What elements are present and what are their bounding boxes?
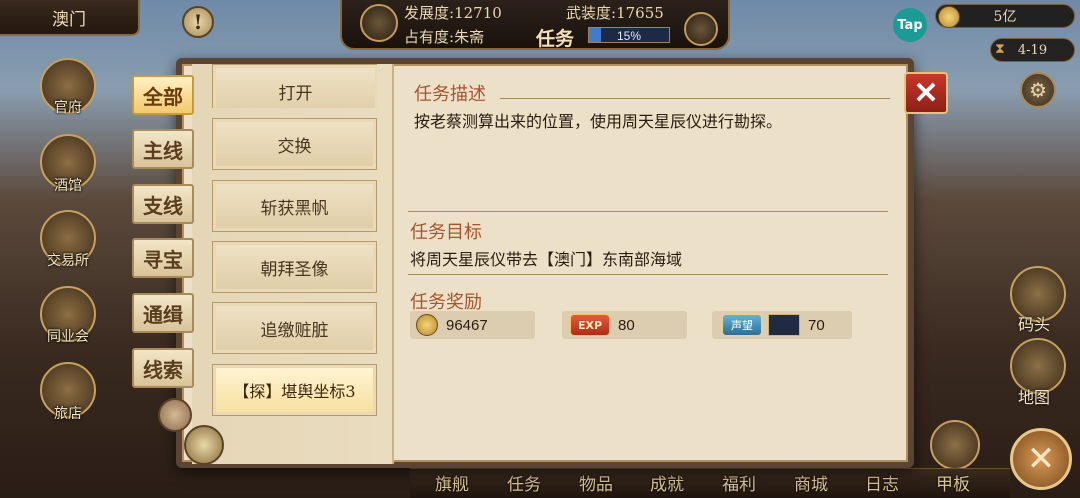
- occupancy-label: 占有度:: [404, 28, 455, 46]
- tab-wanted[interactable]: 通缉: [132, 293, 194, 333]
- armament-stat: 武装度:17655: [566, 2, 664, 23]
- city-stats-panel: [340, 0, 730, 50]
- nav-achievements[interactable]: 成就: [650, 470, 684, 495]
- development-label: 发展度:: [404, 4, 455, 22]
- development-value: 12710: [454, 4, 502, 22]
- reward-exp-value: 80: [618, 316, 635, 334]
- coin-icon: [416, 314, 438, 336]
- alert-icon[interactable]: !: [182, 6, 214, 38]
- quest-item-clip: 打开: [212, 64, 377, 108]
- nav-welfare[interactable]: 福利: [722, 470, 756, 495]
- tap-button[interactable]: Tap: [893, 8, 927, 42]
- gear-icon[interactable]: ⚙: [1020, 72, 1056, 108]
- goal-rule: [408, 211, 888, 212]
- tab-treasure[interactable]: 寻宝: [132, 238, 194, 278]
- scroll-knob[interactable]: [158, 398, 192, 432]
- tab-side[interactable]: 支线: [132, 184, 194, 224]
- tavern-label[interactable]: 酒馆: [18, 175, 118, 195]
- nav-deck[interactable]: 甲板: [936, 470, 970, 495]
- nav-task[interactable]: 任务: [507, 470, 541, 495]
- quest-item[interactable]: 朝拜圣像: [212, 241, 377, 293]
- quest-item[interactable]: 追缴赃脏: [212, 302, 377, 354]
- date-display: ⧗ 4-19: [990, 38, 1075, 62]
- chevron-down-icon[interactable]: [684, 12, 718, 46]
- description-title: 任务描述: [414, 84, 486, 105]
- reward-fame: 声望 70: [712, 311, 852, 339]
- reward-money: 96467: [410, 311, 535, 339]
- tab-all[interactable]: 全部: [132, 75, 194, 115]
- close-icon[interactable]: ✕: [904, 72, 948, 114]
- money-value: 5亿: [993, 9, 1017, 25]
- emblem-icon: [360, 4, 398, 42]
- money-display: 5亿: [935, 4, 1075, 28]
- task-title: 任务: [536, 28, 575, 50]
- dock-label[interactable]: 码头: [1018, 311, 1050, 335]
- fame-icon: 声望: [722, 314, 762, 336]
- reward-money-value: 96467: [446, 316, 488, 334]
- inn-label[interactable]: 旅店: [18, 403, 118, 423]
- map-label[interactable]: 地图: [1018, 384, 1050, 408]
- reward-exp: EXP 80: [562, 311, 687, 339]
- crossed-swords-icon[interactable]: ✕: [1010, 428, 1072, 490]
- development-stat: 发展度:12710: [404, 2, 502, 23]
- date-value: 4-19: [1017, 42, 1048, 58]
- exp-icon: EXP: [570, 314, 610, 336]
- nav-shop[interactable]: 商城: [794, 470, 828, 495]
- tab-clues[interactable]: 线索: [132, 348, 194, 388]
- occupancy-progress: 15%: [588, 27, 670, 43]
- government-label[interactable]: 官府: [18, 97, 118, 117]
- bottom-nav: [410, 468, 1010, 498]
- description-rule: [500, 98, 890, 99]
- reward-fame-value: 70: [808, 316, 825, 334]
- panel-divider: [392, 64, 394, 464]
- armament-value: 17655: [616, 4, 664, 22]
- coin-icon: [938, 6, 960, 28]
- tab-main[interactable]: 主线: [132, 129, 194, 169]
- goal-title: 任务目标: [410, 222, 482, 243]
- hourglass-icon: ⧗: [995, 41, 1005, 57]
- occupancy-stat: 占有度:朱斋: [404, 26, 484, 47]
- nav-log[interactable]: 日志: [865, 470, 899, 495]
- occupancy-holder: 朱斋: [454, 28, 485, 46]
- deck-icon[interactable]: [930, 420, 980, 470]
- goal-text: 将周天星辰仪带去【澳门】东南部海域: [410, 250, 683, 269]
- compass-icon: [184, 425, 224, 465]
- quest-item-selected[interactable]: 【探】堪舆坐标3: [212, 364, 377, 416]
- nav-flagship[interactable]: 旗舰: [435, 470, 469, 495]
- quest-item[interactable]: 斩获黑帆: [212, 180, 377, 232]
- quest-item[interactable]: 打开: [212, 64, 377, 108]
- quest-item[interactable]: 交换: [212, 118, 377, 170]
- exchange-label[interactable]: 交易所: [18, 250, 118, 270]
- location-label[interactable]: 澳门: [0, 0, 140, 36]
- progress-text: 15%: [616, 29, 642, 43]
- guild-label[interactable]: 同业会: [18, 326, 118, 346]
- ship-icon: [768, 314, 800, 336]
- nav-items[interactable]: 物品: [579, 470, 613, 495]
- reward-rule: [408, 274, 888, 275]
- armament-label: 武装度:: [566, 4, 617, 22]
- description-text: 按老蔡测算出来的位置，使用周天星辰仪进行勘探。: [414, 112, 783, 131]
